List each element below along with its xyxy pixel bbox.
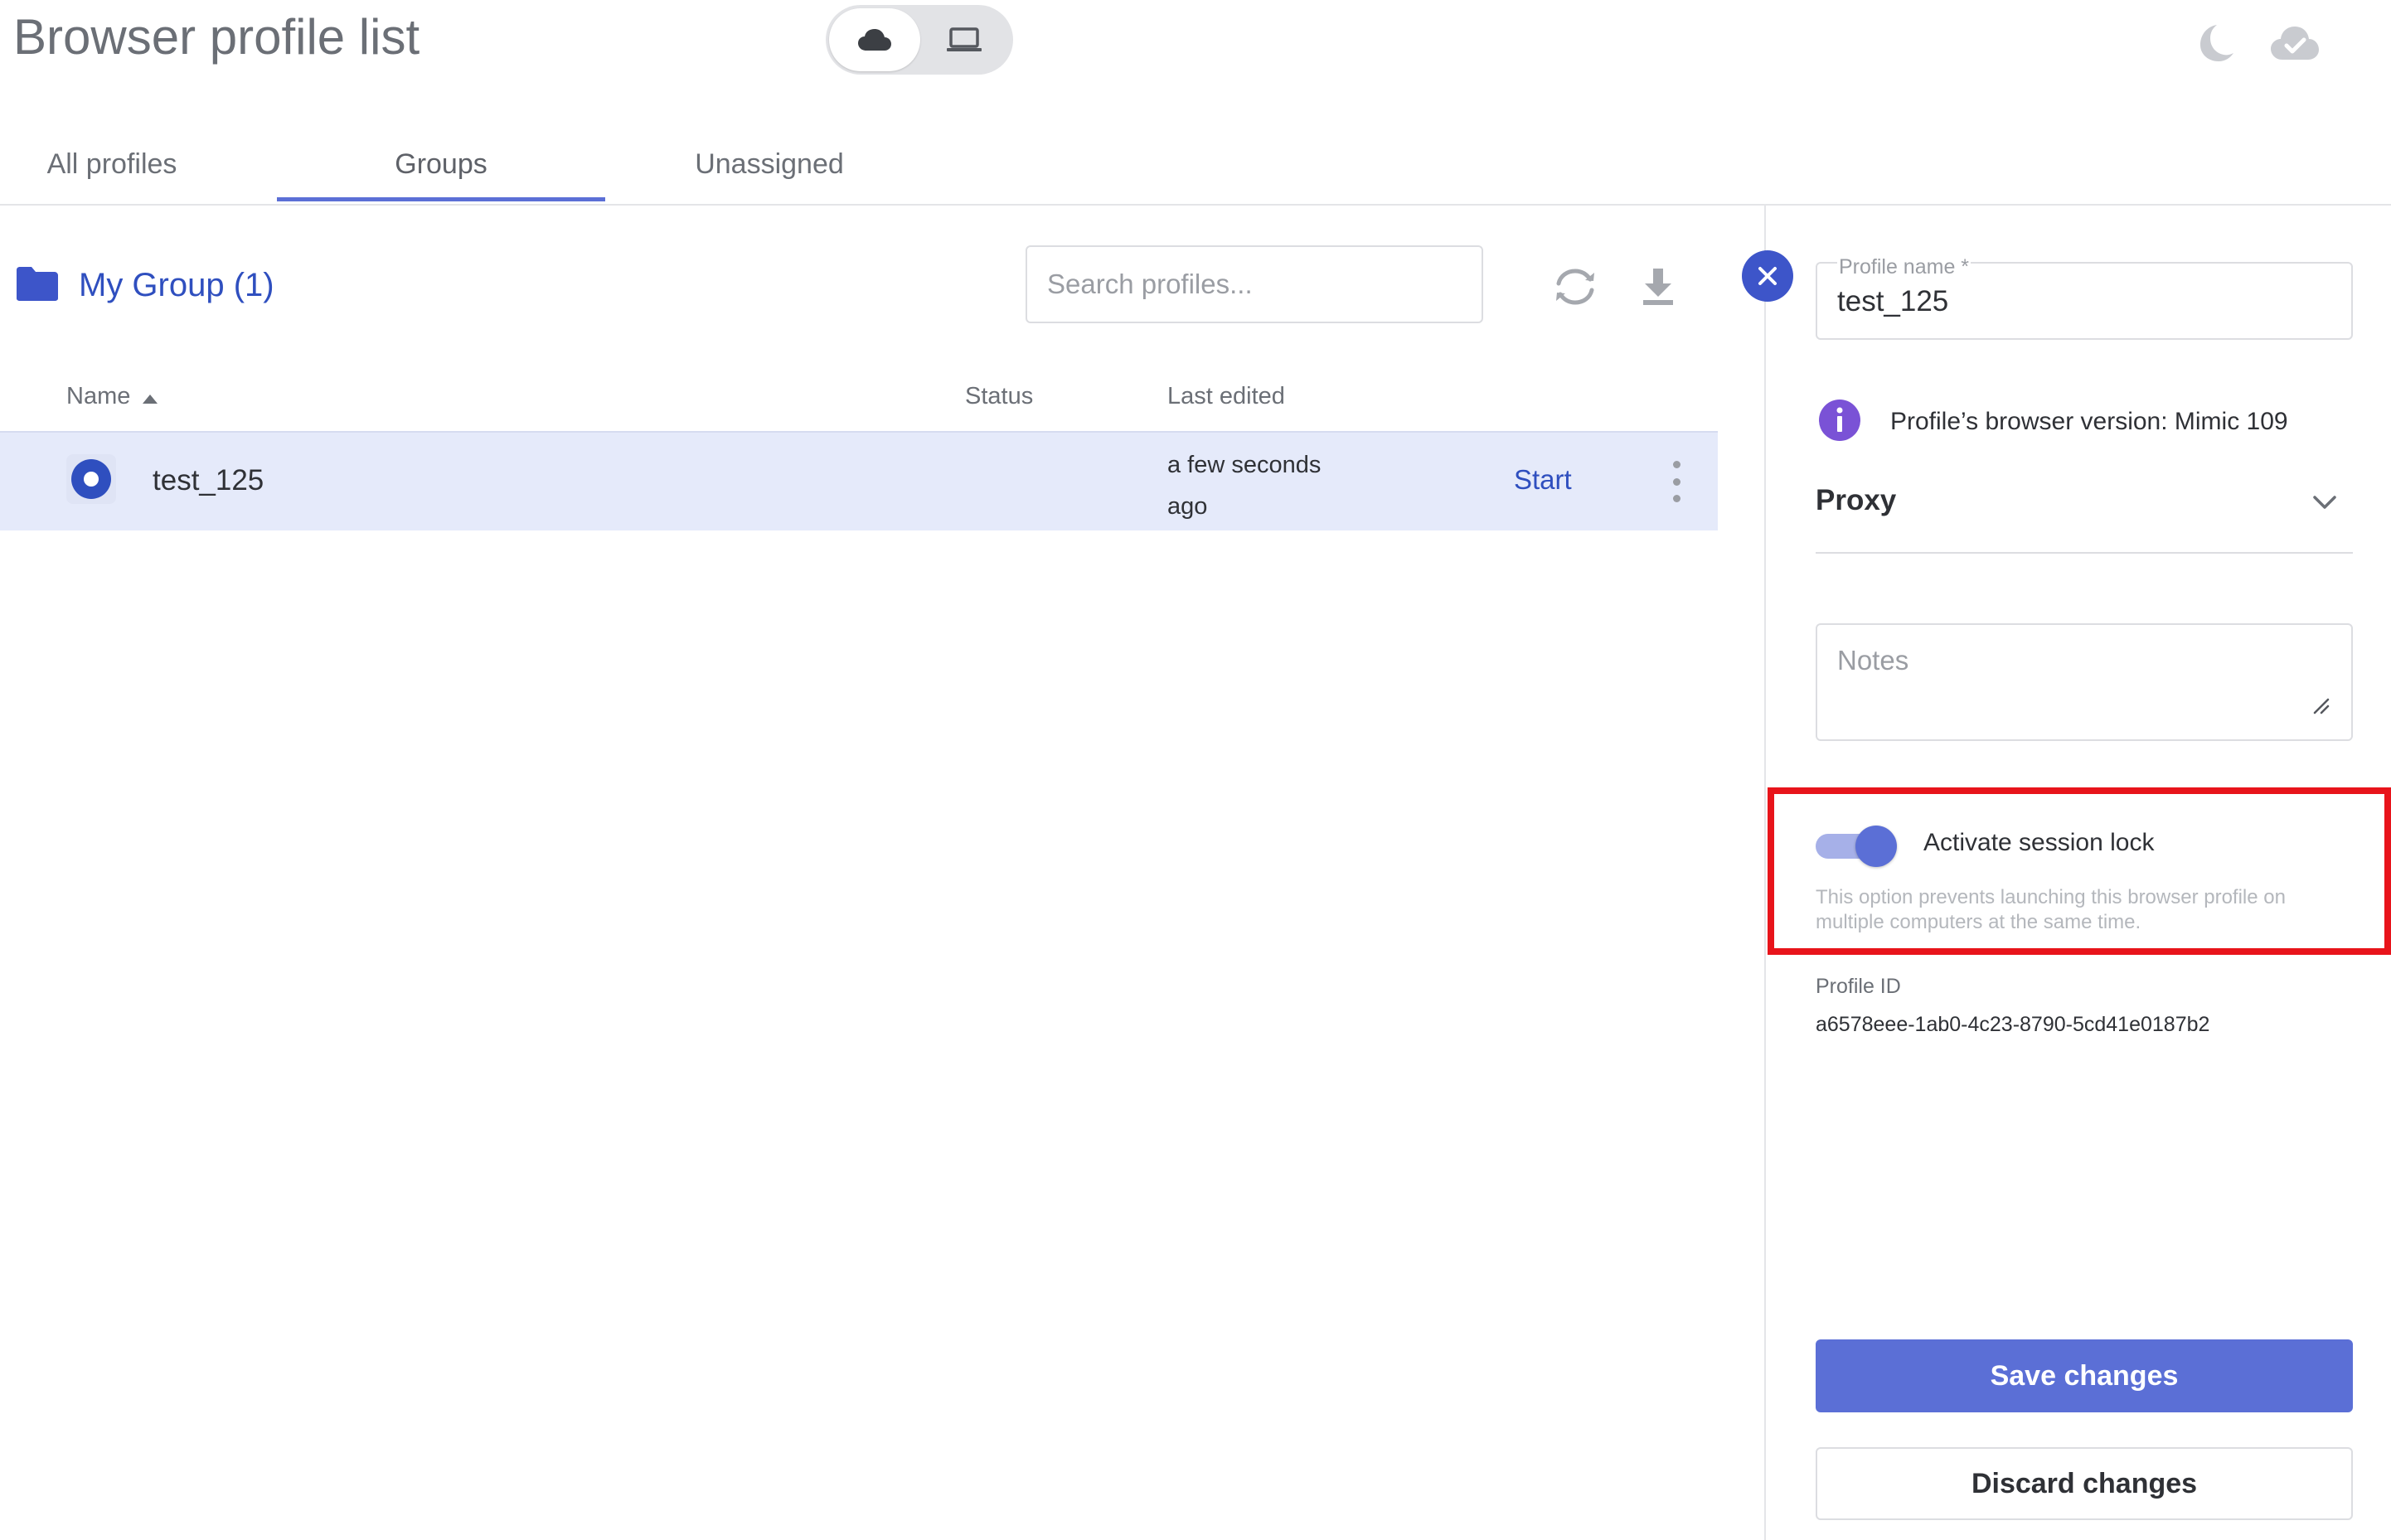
- resize-handle-icon[interactable]: [2311, 696, 2330, 719]
- search-input[interactable]: [1027, 247, 1482, 322]
- local-mode-option[interactable]: [919, 8, 1010, 71]
- panel-divider: [1764, 206, 1766, 1540]
- browser-version-text: Profile’s browser version: Mimic 109: [1890, 408, 2288, 435]
- save-changes-button[interactable]: Save changes: [1816, 1339, 2353, 1412]
- refresh-icon: [1556, 269, 1594, 305]
- start-profile-button[interactable]: Start: [1514, 464, 1572, 496]
- tab-groups[interactable]: Groups: [277, 124, 605, 204]
- notes-field[interactable]: [1816, 623, 2353, 741]
- browser-icon: [66, 454, 116, 504]
- profile-id-label: Profile ID: [1816, 975, 1901, 998]
- download-icon: [1643, 269, 1673, 305]
- moon-icon: [2200, 25, 2233, 61]
- info-icon: [1819, 400, 1860, 441]
- column-header-status[interactable]: Status: [965, 383, 1033, 410]
- session-lock-toggle[interactable]: [1816, 822, 1897, 867]
- search-box[interactable]: [1026, 245, 1483, 323]
- profile-name-value[interactable]: test_125: [1837, 285, 1948, 318]
- close-panel-button[interactable]: [1742, 250, 1793, 302]
- cloud-icon: [858, 29, 891, 51]
- more-dot-icon: [1672, 461, 1680, 468]
- active-tab-indicator: [277, 197, 605, 201]
- close-icon: [1758, 267, 1777, 285]
- dark-mode-button[interactable]: [2187, 18, 2240, 68]
- storage-mode-toggle[interactable]: [826, 5, 1013, 75]
- group-title: My Group (1): [79, 267, 274, 303]
- profile-id-value: a6578eee-1ab0-4c23-8790-5cd41e0187b2: [1816, 1013, 2210, 1036]
- toggle-knob: [1855, 826, 1897, 867]
- session-lock-description: This option prevents launching this brow…: [1816, 886, 2286, 933]
- tab-unassigned[interactable]: Unassigned: [647, 124, 892, 204]
- cloud-sync-status-button[interactable]: [2268, 18, 2321, 68]
- more-dot-icon: [1672, 495, 1680, 502]
- cloud-check-icon: [2271, 27, 2319, 60]
- profile-name-cell[interactable]: test_125: [153, 464, 264, 497]
- notes-input[interactable]: [1817, 625, 2351, 739]
- laptop-icon: [947, 27, 982, 51]
- tab-all-profiles[interactable]: All profiles: [0, 124, 224, 204]
- proxy-divider: [1816, 552, 2353, 554]
- profile-tabs: All profiles Groups Unassigned: [0, 124, 1764, 204]
- profile-name-label: Profile name *: [1837, 255, 1971, 279]
- sort-ascending-icon: [143, 395, 158, 404]
- chevron-down-icon[interactable]: [2306, 486, 2343, 519]
- last-edited-cell: a few seconds ago: [1167, 452, 1322, 520]
- session-lock-label[interactable]: Activate session lock: [1923, 829, 2154, 857]
- page-title: Browser profile list: [13, 9, 420, 65]
- download-button[interactable]: [1633, 262, 1683, 312]
- tabs-divider: [0, 204, 2391, 206]
- refresh-button[interactable]: [1550, 262, 1600, 312]
- column-header-name[interactable]: Name: [66, 383, 130, 410]
- more-dot-icon: [1672, 477, 1680, 486]
- discard-changes-button[interactable]: Discard changes: [1816, 1447, 2353, 1520]
- column-header-last-edited[interactable]: Last edited: [1167, 383, 1285, 410]
- cloud-mode-option[interactable]: [829, 8, 920, 71]
- folder-icon: [15, 265, 60, 306]
- row-menu-button[interactable]: [1663, 461, 1690, 502]
- proxy-section-label[interactable]: Proxy: [1816, 484, 1896, 517]
